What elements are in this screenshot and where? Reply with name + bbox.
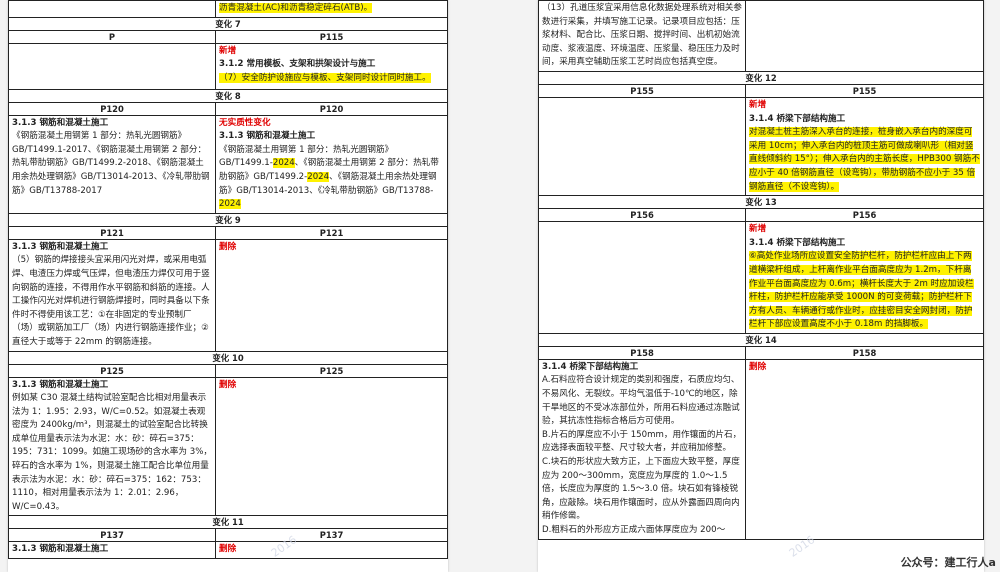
page-ref-left: P155 xyxy=(538,83,746,98)
table-row: （13）孔道压浆宜采用信息化数据处理系统对相关参数进行采集，并填写施工记录。记录… xyxy=(538,0,984,72)
section-heading: 3.1.4 桥梁下部结构施工 xyxy=(542,361,639,372)
cell-text: （5）钢筋的焊接接头宜采用闪光对焊，或采用电弧焊、电渣压力焊或气压焊，但电渣压力… xyxy=(12,255,210,347)
right-page: （13）孔道压浆宜采用信息化数据处理系统对相关参数进行采集，并填写施工记录。记录… xyxy=(538,0,984,572)
comparison-table-right: （13）孔道压浆宜采用信息化数据处理系统对相关参数进行采集，并填写施工记录。记录… xyxy=(538,0,984,540)
change-title: 变化 14 xyxy=(538,332,984,347)
change-title: 变化 9 xyxy=(8,212,448,227)
cell-text: 沥青混凝土(AC)和沥青稳定碎石(ATB)。 xyxy=(219,3,373,13)
change-tag: 删除 xyxy=(219,379,237,390)
page-ref-right: P121 xyxy=(215,225,448,240)
page-ref-left: P120 xyxy=(8,101,216,116)
page-ref-right: P115 xyxy=(215,29,448,44)
page-ref-left: P158 xyxy=(538,345,746,360)
table-row: 3.1.4 桥梁下部结构施工 A.石料应符合设计规定的类别和强度，石质应均匀、不… xyxy=(538,358,984,540)
comparison-table-left: 沥青混凝土(AC)和沥青稳定碎石(ATB)。 变化 7 P P115 新增 3.… xyxy=(8,0,448,560)
cell-text: A.石料应符合设计规定的类别和强度，石质应均匀、不易风化、无裂纹。平均气温低于-… xyxy=(542,375,740,427)
change-title: 变化 8 xyxy=(8,88,448,103)
section-heading: 3.1.3 钢筋和混凝土施工 xyxy=(8,541,216,560)
cell-text: B.片石的厚度应不小于 150mm，用作镶面的片石，应选择表面较平整、尺寸较大者… xyxy=(542,429,742,454)
table-row: 新增 3.1.4 桥梁下部结构施工 对混凝土桩主筋深入承台的连接，桩身嵌入承台内… xyxy=(538,96,984,197)
table-row: 新增 3.1.2 常用模板、支架和拱架设计与施工 （7）安全防护设施应与模板、支… xyxy=(8,42,448,90)
page-ref-left: P137 xyxy=(8,528,216,543)
section-heading: 3.1.2 常用模板、支架和拱架设计与施工 xyxy=(219,59,376,70)
page-ref-right: P137 xyxy=(215,528,448,543)
change-tag: 新增 xyxy=(219,45,237,56)
page-ref-right: P120 xyxy=(215,101,448,116)
change-tag: 无实质性变化 xyxy=(219,117,271,128)
table-row: 3.1.3 钢筋和混凝土施工 例如某 C30 混凝土结构试验室配合比相对用量表示… xyxy=(8,376,448,517)
page-ref-left: P125 xyxy=(8,363,216,378)
cell-text: 例如某 C30 混凝土结构试验室配合比相对用量表示法为 1：1.95：2.93，… xyxy=(12,393,212,512)
table-row: 新增 3.1.4 桥梁下部结构施工 ⑥高处作业场所应设置安全防护栏杆，防护栏杆应… xyxy=(538,221,984,334)
cell-text: （7）安全防护设施应与模板、支架同时设计同时施工。 xyxy=(219,72,431,83)
page-ref-left: P121 xyxy=(8,225,216,240)
year-highlight: 2024 xyxy=(272,158,295,169)
page-ref-left: P156 xyxy=(538,208,746,223)
page-ref-right: P155 xyxy=(745,83,984,98)
year-highlight: 2024 xyxy=(307,171,330,182)
change-tag: 删除 xyxy=(749,361,767,372)
table-row: 沥青混凝土(AC)和沥青稳定碎石(ATB)。 xyxy=(8,0,448,18)
change-title: 变化 7 xyxy=(8,16,448,31)
section-heading: 3.1.3 钢筋和混凝土施工 xyxy=(12,241,109,252)
table-row: 3.1.3 钢筋和混凝土施工 删除 xyxy=(8,541,448,560)
change-tag: 删除 xyxy=(219,241,237,252)
section-heading: 3.1.3 钢筋和混凝土施工 xyxy=(219,131,316,142)
left-page: 沥青混凝土(AC)和沥青稳定碎石(ATB)。 变化 7 P P115 新增 3.… xyxy=(8,0,448,572)
section-heading: 3.1.4 桥梁下部结构施工 xyxy=(749,113,846,124)
cell-text: 对混凝土桩主筋深入承台的连接，桩身嵌入承台内的深度可采用 10cm；伸入承台内的… xyxy=(749,127,980,192)
cell-text: （13）孔道压浆宜采用信息化数据处理系统对相关参数进行采集，并填写施工记录。记录… xyxy=(538,0,746,72)
section-heading: 3.1.3 钢筋和混凝土施工 xyxy=(12,117,109,128)
page-ref-right: P156 xyxy=(745,208,984,223)
change-tag: 新增 xyxy=(749,224,767,235)
change-title: 变化 10 xyxy=(8,350,448,365)
change-tag: 删除 xyxy=(219,544,237,555)
section-heading: 3.1.4 桥梁下部结构施工 xyxy=(749,237,846,248)
cell-text: 《钢筋混凝土用钢第 1 部分：热轧光圆钢筋》GB/T1499.1-2017、《钢… xyxy=(12,131,210,196)
cell-text: ⑥高处作业场所应设置安全防护栏杆，防护栏杆应由上下两道横梁杆组成，上杆离作业平台… xyxy=(749,251,974,330)
page-ref-right: P158 xyxy=(745,345,984,360)
cell-text: C.块石的形状应大致方正，上下面应大致平整，厚度应为 200～300mm，宽度应… xyxy=(542,457,740,522)
change-title: 变化 11 xyxy=(8,515,448,530)
cell-text: D.粗料石的外形应方正成六面体厚度应为 200～ xyxy=(542,525,726,535)
change-title: 变化 12 xyxy=(538,70,984,85)
change-title: 变化 13 xyxy=(538,195,984,210)
page-ref-right: P125 xyxy=(215,363,448,378)
table-row: 3.1.3 钢筋和混凝土施工 《钢筋混凝土用钢第 1 部分：热轧光圆钢筋》GB/… xyxy=(8,114,448,214)
page-ref-left: P xyxy=(8,29,216,44)
change-tag: 新增 xyxy=(749,99,767,110)
footer-brand: 公众号：建工行人a xyxy=(900,556,996,569)
table-row: 3.1.3 钢筋和混凝土施工 （5）钢筋的焊接接头宜采用闪光对焊，或采用电弧焊、… xyxy=(8,238,448,352)
year-highlight: 2024 xyxy=(219,199,241,210)
section-heading: 3.1.3 钢筋和混凝土施工 xyxy=(12,379,109,390)
